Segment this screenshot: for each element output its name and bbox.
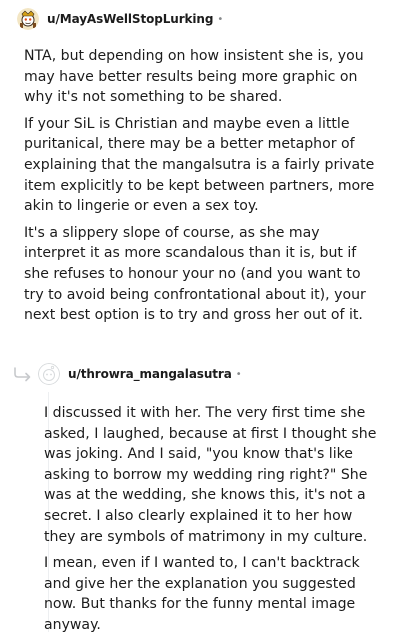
username[interactable]: u/throwra_mangalasutra <box>68 367 232 381</box>
default-avatar-icon[interactable] <box>38 363 60 385</box>
comment-paragraph: NTA, but depending on how insistent she … <box>24 48 364 106</box>
separator-dot: • <box>235 368 242 380</box>
snoo-avatar-icon[interactable] <box>17 8 39 30</box>
comment-paragraph: I mean, even if I wanted to, I can't bac… <box>44 555 360 633</box>
comment-body: NTA, but depending on how insistent she … <box>24 46 380 332</box>
username[interactable]: u/MayAsWellStopLurking <box>47 12 213 26</box>
comment-header: u/MayAsWellStopLurking • <box>17 8 223 30</box>
reply-arrow-icon <box>12 366 34 382</box>
comment-header: u/throwra_mangalasutra • <box>38 363 242 385</box>
comment-paragraph: It's a slippery slope of course, as she … <box>24 224 366 324</box>
comment-paragraph: If your SiL is Christian and maybe even … <box>24 115 375 215</box>
comment-body: I discussed it with her. The very first … <box>44 403 384 638</box>
comment-paragraph: I discussed it with her. The very first … <box>44 405 377 545</box>
separator-dot: • <box>217 13 224 25</box>
